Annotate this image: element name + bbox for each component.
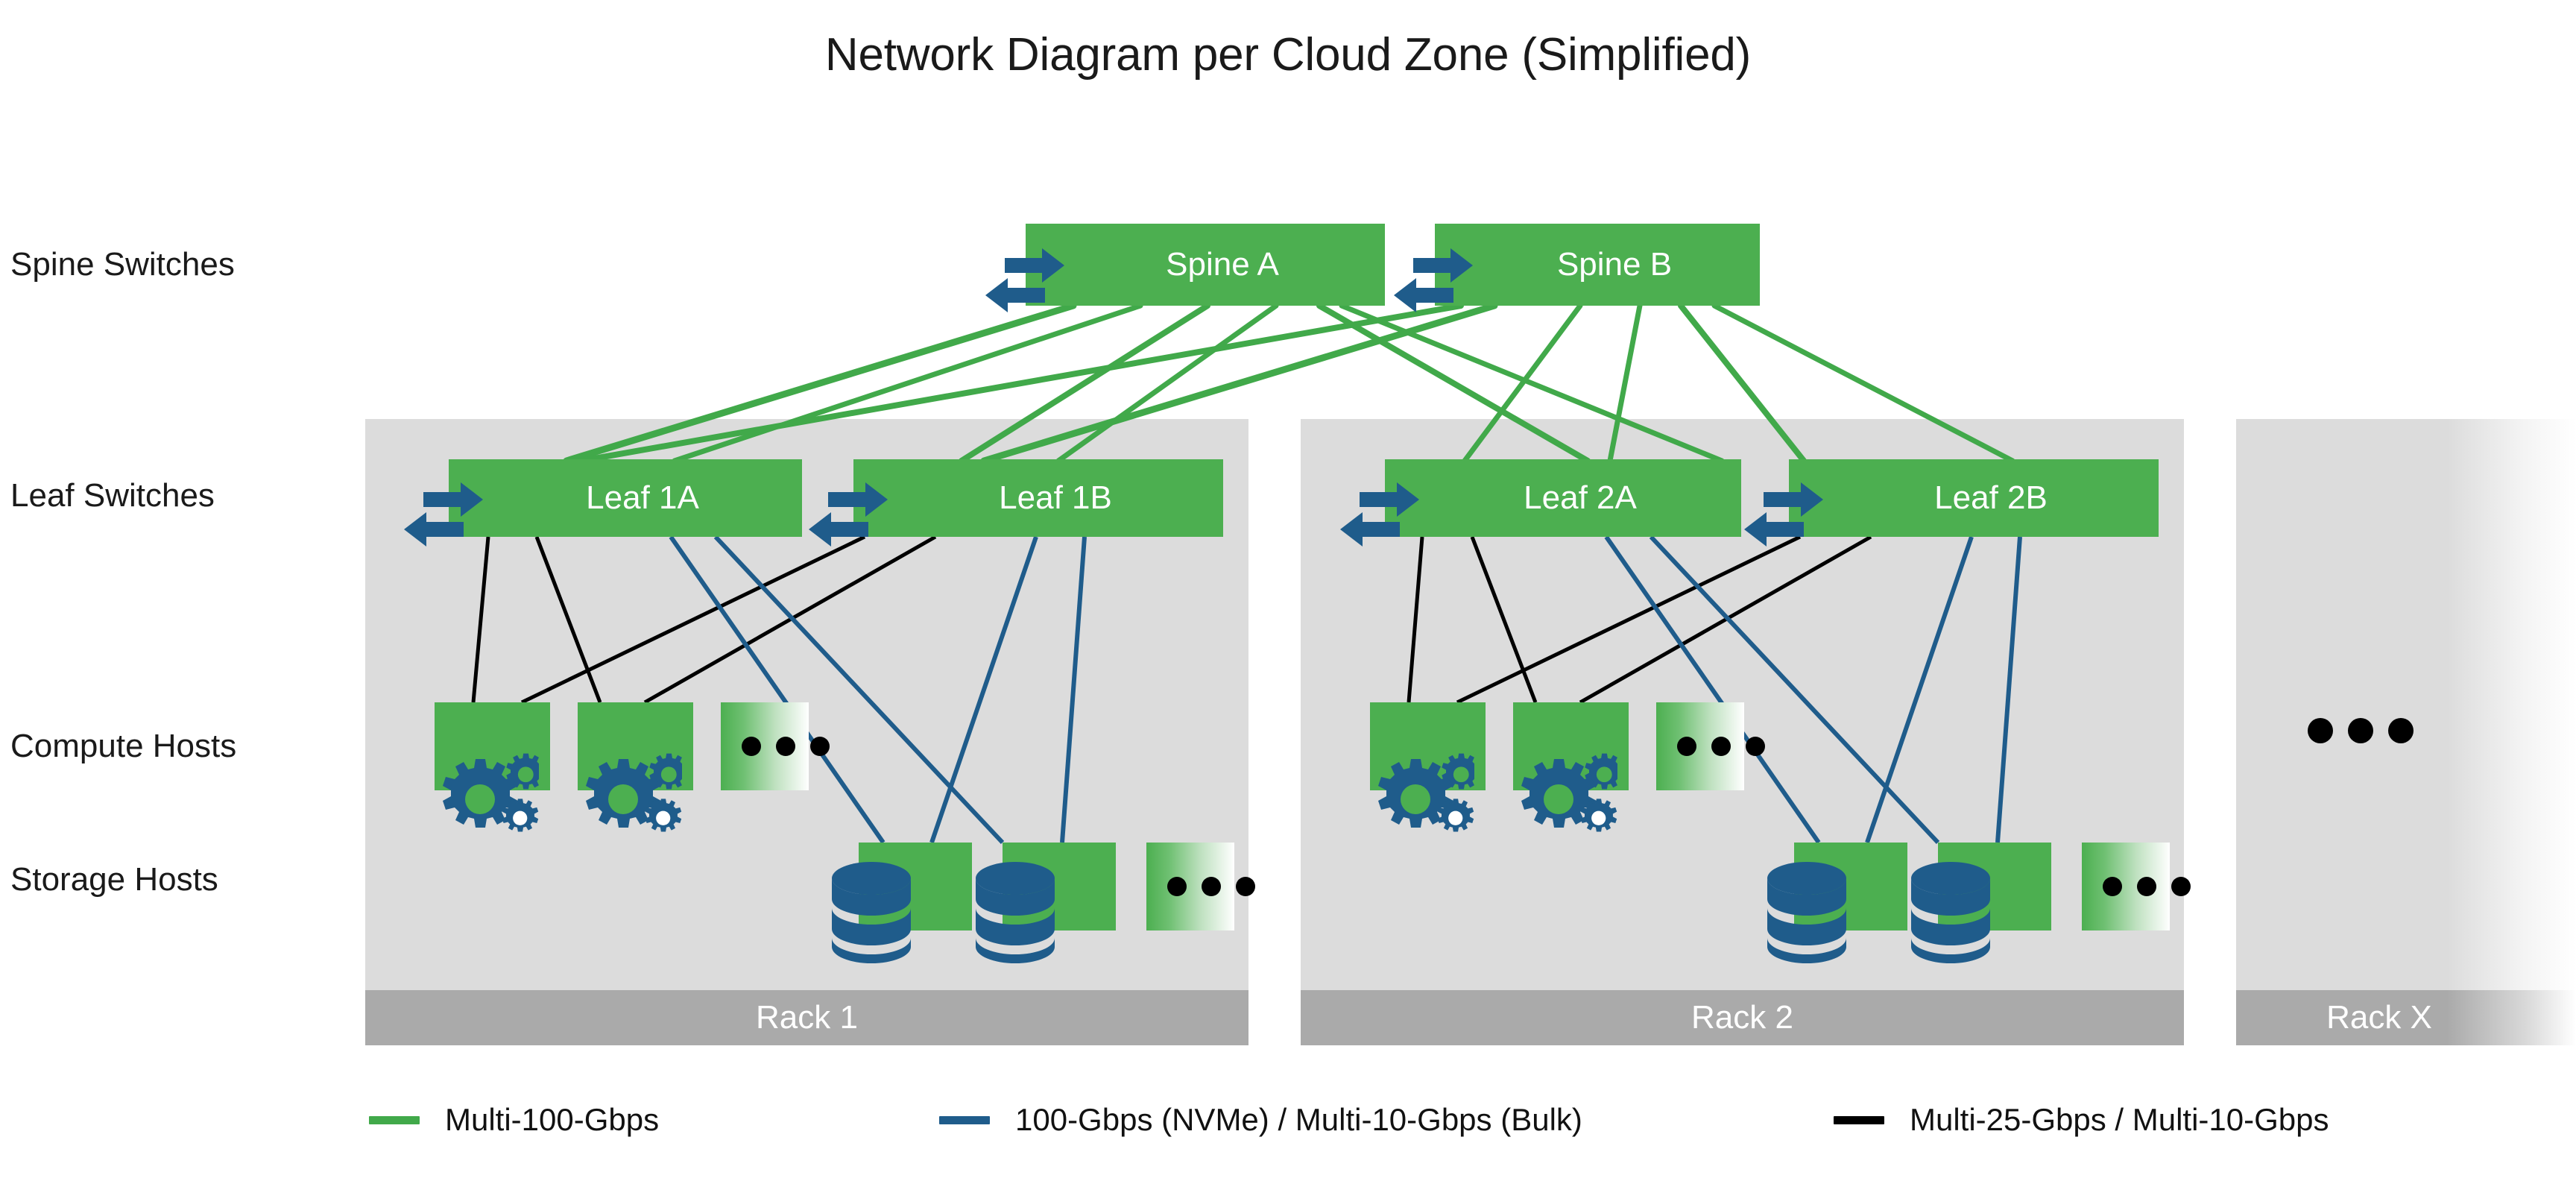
database-icon [1907,859,1995,968]
node-leaf-1b[interactable]: Leaf 1B [853,459,1223,537]
node-label-leaf-2b: Leaf 2B [1934,479,2048,516]
rack-label-2: Rack 2 [1691,999,1793,1036]
legend-item-nvme-bulk: 100-Gbps (NVMe) / Multi-10-Gbps (Bulk) [939,1102,1582,1138]
node-label-spine-a: Spine A [1166,246,1279,283]
node-label-leaf-1b: Leaf 1B [999,479,1112,516]
page-title: Network Diagram per Cloud Zone (Simplifi… [824,29,1752,81]
exchange-arrows-icon [402,480,484,558]
row-label-leaf-switches: Leaf Switches [10,477,215,514]
gears-icon [1492,735,1617,847]
exchange-arrows-icon [984,246,1066,324]
exchange-arrows-icon [807,480,889,558]
gears-icon [414,735,539,847]
rack-footer-2: Rack 2 [1301,990,2184,1045]
gears-icon [1349,735,1474,847]
database-icon [1763,859,1851,968]
rack-label-1: Rack 1 [756,999,858,1036]
network-diagram-canvas: Network Diagram per Cloud Zone (Simplifi… [0,0,2576,1184]
legend-label-blue: 100-Gbps (NVMe) / Multi-10-Gbps (Bulk) [1015,1102,1582,1137]
node-label-leaf-1a: Leaf 1A [586,479,699,516]
legend-label-black: Multi-25-Gbps / Multi-10-Gbps [1910,1102,2329,1137]
exchange-arrows-icon [1339,480,1421,558]
legend-item-multi-25-gbps: Multi-25-Gbps / Multi-10-Gbps [1834,1102,2329,1138]
database-icon [827,859,915,968]
legend: Multi-100-Gbps 100-Gbps (NVMe) / Multi-1… [0,1102,2576,1154]
node-spine-a[interactable]: Spine A [1026,224,1385,306]
database-icon [971,859,1059,968]
exchange-arrows-icon [1743,480,1825,558]
ellipsis-icon-rack-x [2308,718,2414,743]
ellipsis-icon [742,737,830,756]
node-leaf-2b[interactable]: Leaf 2B [1789,459,2159,537]
row-label-spine-switches: Spine Switches [10,246,235,283]
legend-swatch-black [1834,1115,1884,1124]
node-label-spine-b: Spine B [1556,246,1673,283]
rack-footer-1: Rack 1 [365,990,1248,1045]
rack-label-x: Rack X [2326,999,2432,1036]
node-leaf-1a[interactable]: Leaf 1A [449,459,802,537]
row-label-compute-hosts: Compute Hosts [10,728,237,764]
ellipsis-icon [1677,737,1765,756]
legend-item-multi-100-gbps: Multi-100-Gbps [369,1102,659,1138]
row-label-storage-hosts: Storage Hosts [10,861,218,898]
legend-label-green: Multi-100-Gbps [445,1102,660,1137]
legend-swatch-blue [939,1115,990,1124]
node-label-leaf-2a: Leaf 2A [1524,479,1637,516]
node-leaf-2a[interactable]: Leaf 2A [1385,459,1741,537]
legend-swatch-green [369,1115,420,1124]
rack-footer-x: Rack X [2236,990,2576,1045]
ellipsis-icon [2103,877,2191,896]
node-spine-b[interactable]: Spine B [1435,224,1760,306]
exchange-arrows-icon [1392,246,1474,324]
gears-icon [557,735,682,847]
ellipsis-icon [1167,877,1255,896]
